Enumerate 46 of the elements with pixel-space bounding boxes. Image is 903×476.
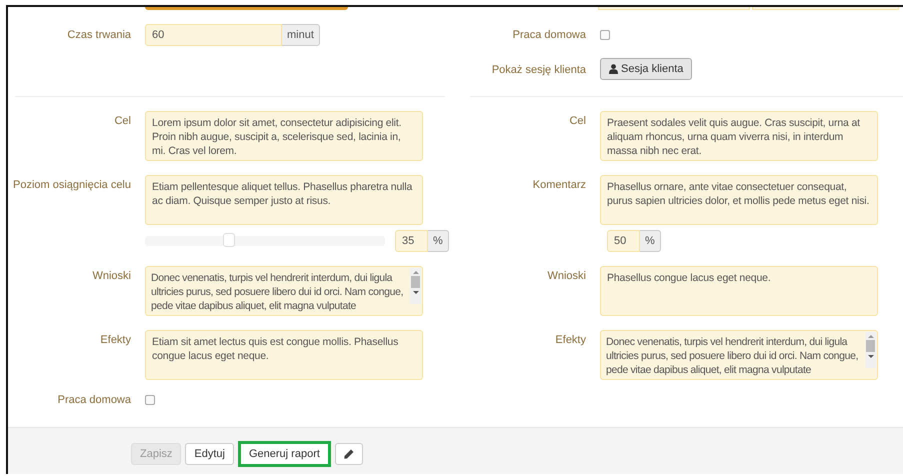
field-label: Praca domowa	[56, 394, 132, 406]
text-area-text: Donec venenatis, turpis vel hendrerit interdum, dui ligula ultricies purus, sed posuere libero dui id orci. Nam congue, pede vitae dapibus aliquet, elit magna vulputate	[151, 271, 404, 313]
unit-addon: minut	[282, 24, 320, 46]
scrollbar[interactable]	[410, 268, 421, 304]
text-area-text: Etiam sit amet lectus quis est congue mollis. Phasellus congue lacus eget neque.	[152, 335, 400, 363]
footer-button[interactable]: Edytuj	[185, 443, 234, 465]
slider-track[interactable]	[145, 236, 385, 246]
checkbox[interactable]	[600, 30, 610, 40]
field-label: Pokaż sesję klienta	[490, 63, 587, 76]
checkbox[interactable]	[145, 395, 155, 405]
text-area-text: Lorem ipsum dolor sit amet, consectetur adipisicing elit. Proin nibh augue, suscipit a, scelerisque sed, lacinia in, mi. Cras vel lorem.	[152, 116, 402, 158]
field-label: Poziom osiągnięcia celu	[12, 178, 132, 191]
text-area-text: Phasellus ornare, ante vitae consectetuer consequat, purus sapien ultricies dolor, et mollis pede metus eget nisi.	[607, 180, 870, 208]
field-label: Wnioski	[91, 269, 132, 282]
text-area-text: Praesent sodales velit quis augue. Cras suscipit, urna at aliquam rhoncus, urna quam viverra nisi, in interdum massa nibh nec erat.	[607, 116, 861, 158]
edit-button[interactable]	[334, 443, 363, 465]
field-label: Cel	[113, 114, 132, 127]
text-area[interactable]: Donec venenatis, turpis vel hendrerit interdum, dui ligula ultricies purus, sed posuere libero dui id orci. Nam congue, pede vitae dapibus aliquet, elit magna vulputate	[600, 330, 878, 380]
text-area[interactable]: Phasellus congue lacus eget neque.	[600, 266, 878, 316]
field-label: Cel	[568, 114, 587, 127]
field-label: Komentarz	[532, 178, 587, 191]
slider-thumb[interactable]	[223, 233, 235, 247]
unit-addon: %	[428, 230, 449, 252]
user-icon	[609, 64, 618, 74]
pencil-icon	[344, 449, 354, 459]
text-area[interactable]: Donec venenatis, turpis vel hendrerit interdum, dui ligula ultricies purus, sed posuere libero dui id orci. Nam congue, pede vitae dapibus aliquet, elit magna vulputate	[145, 266, 423, 316]
footer-button[interactable]: Generuj raport	[238, 441, 331, 467]
field-label: Praca domowa	[512, 29, 587, 41]
text-area[interactable]: Phasellus ornare, ante vitae consectetuer consequat, purus sapien ultricies dolor, et mollis pede metus eget nisi.	[600, 175, 878, 225]
text-area[interactable]: Praesent sodales velit quis augue. Cras suscipit, urna at aliquam rhoncus, urna quam viverra nisi, in interdum massa nibh nec erat.	[600, 111, 878, 161]
field-label: Efekty	[554, 333, 587, 346]
percent-field[interactable]: 50	[607, 230, 640, 252]
unit-addon: %	[640, 230, 661, 252]
text-area[interactable]: Lorem ipsum dolor sit amet, consectetur adipisicing elit. Proin nibh augue, suscipit a, scelerisque sed, lacinia in, mi. Cras vel lorem.	[145, 111, 423, 161]
text-area-text: Donec venenatis, turpis vel hendrerit interdum, dui ligula ultricies purus, sed posuere libero dui id orci. Nam congue, pede vitae dapibus aliquet, elit magna vulputate	[606, 335, 860, 377]
text-area-text: Etiam pellentesque aliquet tellus. Phasellus pharetra nulla ac diam. Quisque semper justo at risus.	[152, 180, 414, 208]
scrollbar[interactable]	[865, 332, 876, 368]
field-label: Wnioski	[546, 269, 587, 282]
text-area[interactable]: Etiam sit amet lectus quis est congue mollis. Phasellus congue lacus eget neque.	[145, 330, 423, 380]
percent-field[interactable]: 35	[395, 230, 428, 252]
text-area[interactable]: Etiam pellentesque aliquet tellus. Phasellus pharetra nulla ac diam. Quisque semper justo at risus.	[145, 175, 423, 225]
client-session-button[interactable]: Sesja klienta	[600, 58, 692, 80]
duration-field[interactable]: 60	[145, 24, 282, 46]
text-area-text: Phasellus congue lacus eget neque.	[607, 271, 772, 285]
field-label: Czas trwania	[66, 28, 132, 41]
field-label: Efekty	[99, 333, 132, 346]
